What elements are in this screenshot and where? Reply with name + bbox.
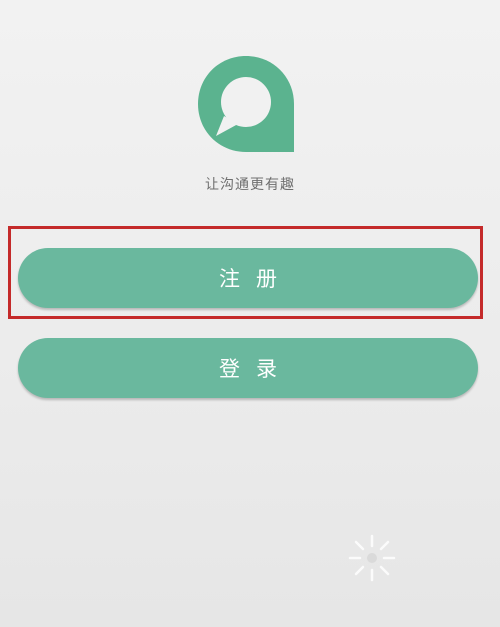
app-slogan: 让沟通更有趣 [205, 177, 295, 193]
speech-bubble-logo-icon [198, 56, 294, 152]
register-button[interactable]: 注册 [18, 248, 478, 308]
loading-spinner-icon [344, 530, 400, 586]
login-button[interactable]: 登录 [18, 338, 478, 398]
app-logo [194, 52, 298, 156]
